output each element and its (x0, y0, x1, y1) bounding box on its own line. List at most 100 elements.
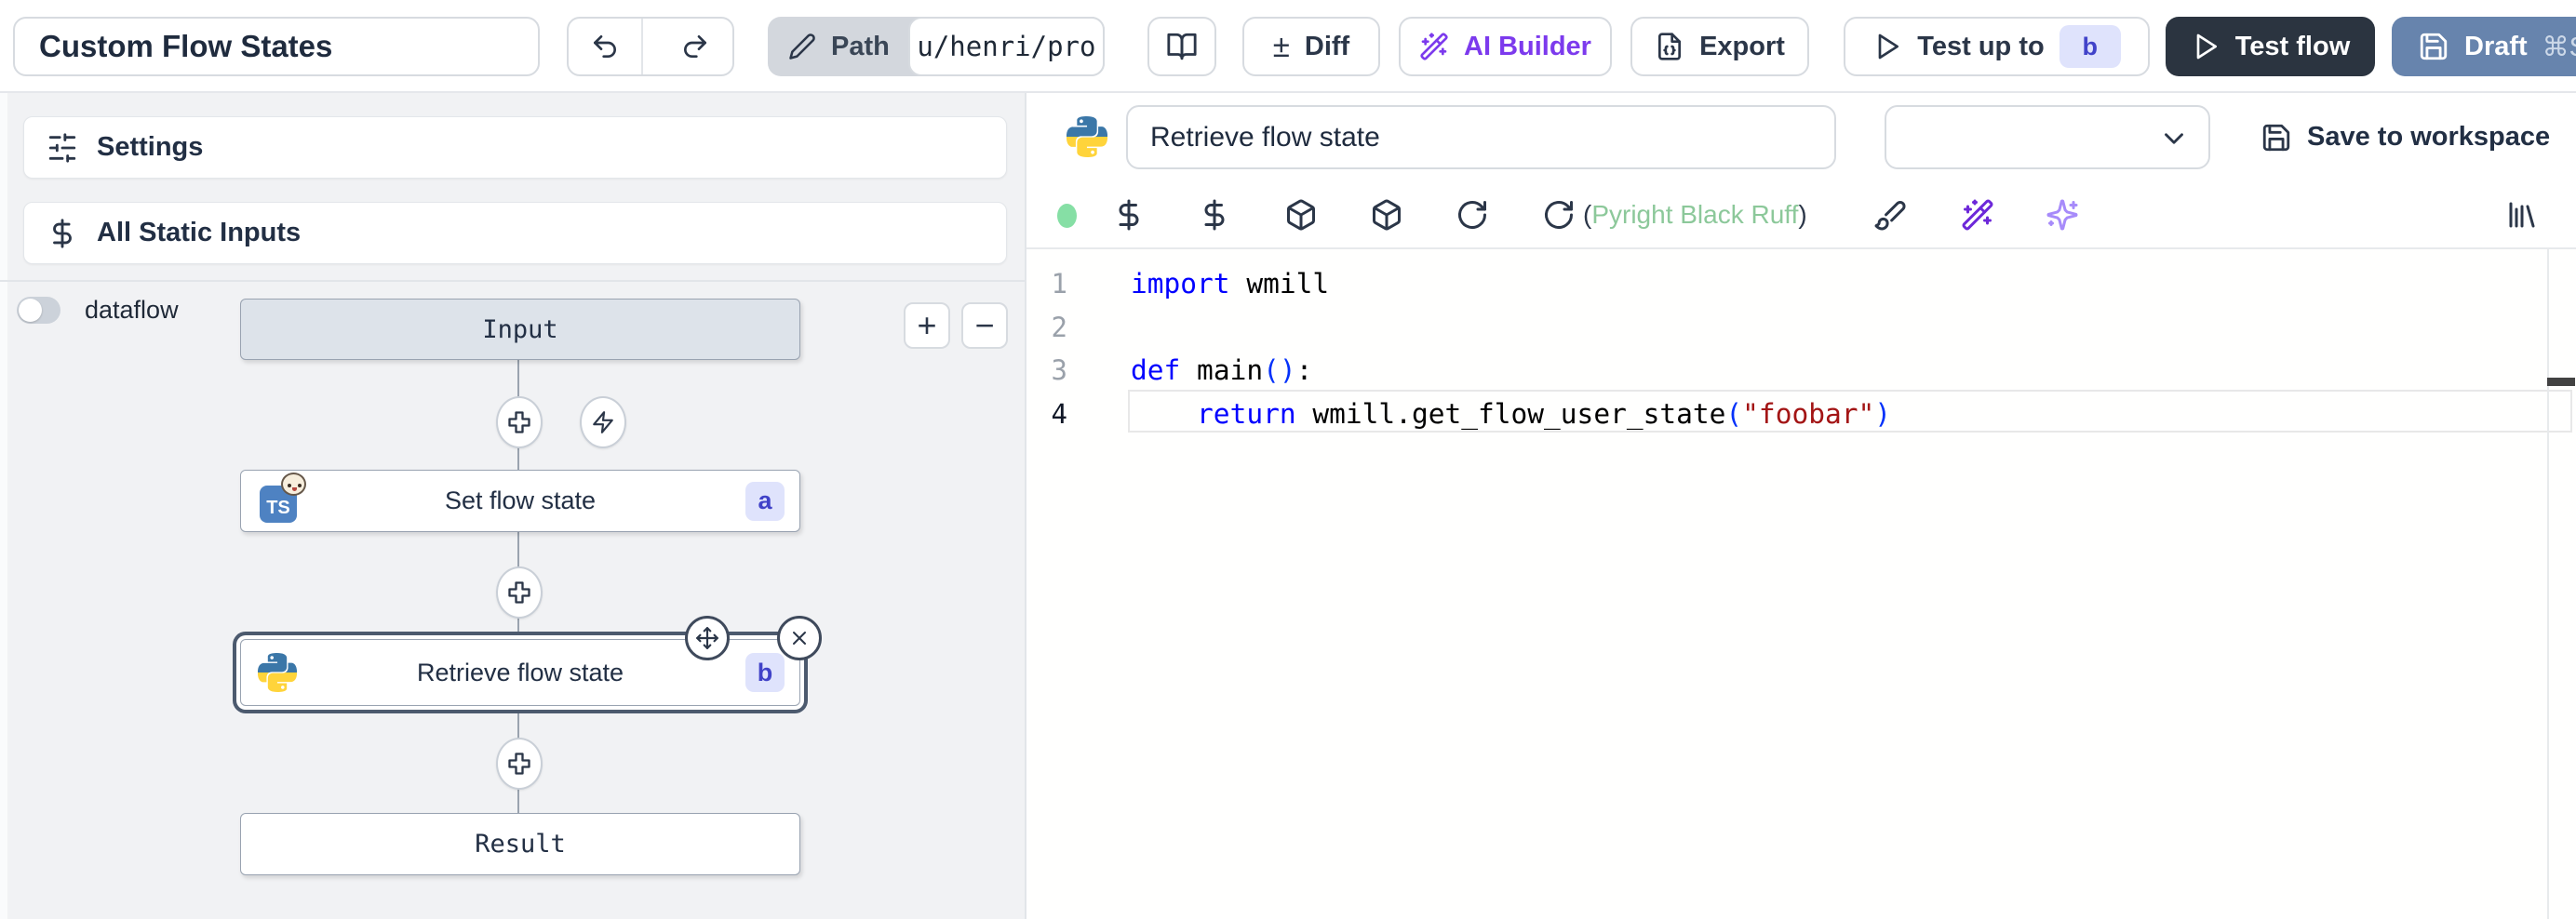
library-button[interactable] (2505, 198, 2539, 232)
settings-row[interactable]: Settings (23, 116, 1007, 179)
editor-toolbar: (Pyright Black Ruff) (1026, 181, 2576, 249)
package-icon (1284, 198, 1318, 232)
zoom-out-button[interactable]: − (961, 302, 1008, 349)
step-id-badge: a (745, 482, 785, 521)
redo-button[interactable] (658, 19, 732, 74)
ai-edit-button[interactable] (1961, 198, 1994, 232)
redo-icon (680, 32, 710, 61)
tag-select[interactable] (1885, 105, 2210, 169)
add-step-button[interactable] (496, 738, 543, 790)
dollar-icon (1112, 198, 1146, 232)
dollar-icon (47, 218, 78, 249)
add-resource-button[interactable] (1284, 198, 1318, 232)
test-up-to-step-badge: b (2059, 25, 2121, 68)
reload-button[interactable] (1456, 198, 1489, 232)
step-node-label: Retrieve flow state (417, 659, 624, 687)
refresh-icon (1542, 198, 1576, 232)
editor-gutter: 1234 (1026, 262, 1067, 435)
lsp-assistants-status: (Pyright Black Ruff) (1583, 181, 1807, 247)
plus-minus-icon: ± (1273, 29, 1290, 64)
editor-code[interactable]: import wmilldef main(): return wmill.get… (1131, 262, 2539, 435)
dollar-icon (1198, 198, 1231, 232)
flow-panel: Settings All Static Inputs dataflow + − … (0, 93, 1026, 919)
lsp-label: Pyright Black Ruff (1591, 200, 1798, 230)
undo-button[interactable] (569, 19, 643, 74)
step-editor-panel: Save to workspace (Pyr (1026, 93, 2576, 919)
add-trigger-button[interactable] (580, 396, 626, 448)
settings-label: Settings (97, 132, 203, 163)
add-variable-button[interactable] (1198, 198, 1231, 232)
wand-sparkles-icon (1961, 198, 1994, 232)
diff-button[interactable]: ± Diff (1242, 17, 1380, 76)
plus-icon (506, 409, 532, 435)
docs-button[interactable] (1147, 17, 1216, 76)
step-name-input[interactable] (1126, 105, 1836, 169)
step-header: Save to workspace (1026, 93, 2576, 181)
cursor-position-marker (2547, 378, 2575, 386)
save-icon (2261, 122, 2292, 153)
overview-ruler[interactable] (2547, 249, 2549, 919)
wand-sparkles-icon (1419, 32, 1449, 61)
main-area: Settings All Static Inputs dataflow + − … (0, 93, 2576, 919)
draft-save-button[interactable]: Draft ⌘S (2392, 17, 2576, 76)
result-node[interactable]: Result (240, 813, 800, 875)
library-icon (2505, 198, 2539, 232)
test-up-to-button[interactable]: Test up to b (1844, 17, 2150, 76)
package-icon (1370, 198, 1403, 232)
plus-icon (506, 579, 532, 606)
play-icon (1872, 32, 1902, 61)
format-code-button[interactable] (1873, 198, 1907, 232)
zoom-in-button[interactable]: + (904, 302, 950, 349)
add-resource-button[interactable] (1370, 198, 1403, 232)
input-node[interactable]: Input (240, 299, 800, 360)
move-step-handle[interactable] (685, 616, 730, 660)
add-step-button[interactable] (496, 566, 543, 619)
step-node-a[interactable]: TS Set flow state a (240, 470, 800, 532)
code-editor[interactable]: 1234 import wmilldef main(): return wmil… (1026, 249, 2576, 919)
python-icon (258, 653, 297, 692)
lsp-ready-indicator (1057, 204, 1077, 228)
path-label: Path (831, 32, 890, 62)
bun-face-icon (281, 473, 306, 496)
path-button[interactable]: Path u/henri/pro (768, 17, 1105, 76)
lightning-icon (591, 410, 615, 434)
refresh-icon (1456, 198, 1489, 232)
test-flow-button[interactable]: Test flow (2166, 17, 2375, 76)
flow-graph: dataflow + − Input TS Set flow state a (0, 282, 1025, 919)
ai-builder-label: AI Builder (1464, 32, 1591, 62)
close-icon (788, 627, 811, 649)
all-static-inputs-row[interactable]: All Static Inputs (23, 202, 1007, 264)
pencil-icon (788, 33, 816, 60)
save-to-workspace-label: Save to workspace (2307, 122, 2550, 153)
chevron-down-icon (2158, 123, 2190, 154)
lsp-paren: ) (1798, 200, 1806, 230)
move-icon (695, 626, 719, 650)
sparkles-icon (2046, 198, 2079, 232)
dataflow-toggle[interactable] (17, 297, 60, 324)
sliders-icon (47, 132, 78, 164)
undo-redo-group (567, 17, 734, 76)
dataflow-toggle-row: dataflow (17, 296, 179, 325)
dataflow-label: dataflow (85, 296, 179, 325)
python-icon (1067, 116, 1107, 157)
flow-title-input[interactable] (13, 17, 540, 76)
plus-icon (506, 751, 532, 777)
path-value[interactable]: u/henri/pro (908, 17, 1105, 76)
ai-sparkles-button[interactable] (2046, 198, 2079, 232)
export-label: Export (1699, 32, 1785, 62)
reload-assistants-button[interactable] (1542, 198, 1576, 232)
draft-shortcut: ⌘S (2542, 31, 2576, 63)
add-step-button[interactable] (496, 396, 543, 448)
save-to-workspace-button[interactable]: Save to workspace (2255, 93, 2556, 181)
lsp-paren: ( (1583, 200, 1591, 230)
step-node-label: Set flow state (445, 486, 596, 515)
test-up-to-label: Test up to (1917, 32, 2044, 62)
add-variable-button[interactable] (1112, 198, 1146, 232)
test-flow-label: Test flow (2235, 32, 2351, 62)
ai-builder-button[interactable]: AI Builder (1399, 17, 1612, 76)
step-id-badge: b (745, 653, 785, 692)
delete-step-button[interactable] (777, 616, 822, 660)
diff-label: Diff (1305, 32, 1349, 62)
export-button[interactable]: Export (1630, 17, 1809, 76)
undo-icon (590, 32, 620, 61)
